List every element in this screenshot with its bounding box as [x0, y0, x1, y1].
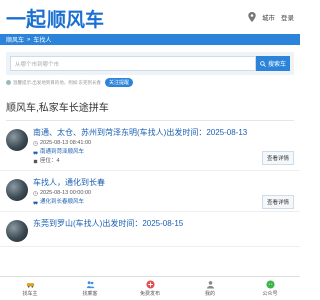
list-item[interactable]: 东莞到罗山(车找人)出发时间：2025-08-15	[0, 212, 300, 247]
car-icon	[33, 151, 38, 155]
section-title: 顺风车,私家车长途拼车	[6, 99, 294, 121]
listing-thumbnail	[6, 179, 28, 201]
breadcrumb: 顺风车 » 车找人	[0, 34, 300, 45]
search-panel: 从哪个市到哪个市 搜索车	[6, 52, 294, 75]
follow-alert-button[interactable]: 关注提醒	[105, 78, 134, 87]
search-button[interactable]: 搜索车	[256, 56, 290, 71]
nav-mine[interactable]: 我的	[180, 277, 240, 300]
listing-title[interactable]: 南通、太仓、苏州到菏泽东明(车找人)出发时间：2025-08-13	[33, 127, 294, 139]
listing-time: 2025-08-13 08:41:00	[40, 140, 92, 146]
logo-text-shunfengche: 顺风车	[47, 9, 105, 31]
nav-find-passenger[interactable]: 找乘客	[60, 277, 120, 300]
listing-time-row: 2025-08-13 00:00:00	[33, 189, 294, 198]
nav-wechat-account[interactable]: 公众号	[240, 277, 300, 300]
view-details-button[interactable]: 查看详情	[261, 151, 294, 165]
list-item[interactable]: 南通、太仓、苏州到菏泽东明(车找人)出发时间：2025-08-13 2025-0…	[0, 121, 300, 171]
wechat-icon	[265, 280, 275, 289]
nav-free-post-label: 免费发布	[139, 291, 160, 297]
listing-thumbnail	[6, 129, 28, 151]
logo-text-yiqi: 一起	[6, 8, 46, 31]
header-actions: 城市 登录	[248, 12, 294, 22]
search-icon	[260, 60, 266, 67]
car-icon	[26, 283, 34, 288]
listing-seats: 座位：4	[40, 158, 60, 164]
nav-find-driver-label: 找车主	[22, 291, 38, 297]
site-header: 一起 顺风车 城市 登录	[0, 0, 300, 34]
view-details-button[interactable]: 查看详情	[261, 195, 294, 209]
people-icon	[86, 281, 94, 289]
clock-icon	[33, 141, 38, 146]
listing-title[interactable]: 东莞到罗山(车找人)出发时间：2025-08-15	[33, 218, 294, 230]
clock-icon	[33, 191, 38, 196]
nav-find-passenger-label: 找乘客	[82, 291, 98, 297]
listing-time-row: 2025-08-13 08:41:00	[33, 139, 294, 148]
breadcrumb-separator: »	[27, 36, 31, 43]
listing-route-link[interactable]: 南通到菏泽顺风车	[40, 148, 84, 157]
nav-wechat-account-label: 公众号	[262, 291, 278, 297]
bottom-nav: 找车主 找乘客 免费发布 我的 公众号	[0, 276, 300, 300]
nav-mine-label: 我的	[204, 291, 215, 297]
login-link[interactable]: 登录	[281, 12, 294, 22]
nav-free-post[interactable]: 免费发布	[120, 277, 180, 300]
car-icon	[33, 201, 38, 205]
listing-title[interactable]: 车找人，通化到长春	[33, 177, 294, 189]
search-hint: 温馨提示:出发地到目的地，例如:东莞到长春 关注提醒	[6, 78, 294, 87]
listing-source-row: 通化到长春顺风车	[33, 198, 294, 207]
listing-route-link[interactable]: 通化到长春顺风车	[40, 198, 84, 207]
listing-thumbnail	[6, 220, 28, 242]
list-item[interactable]: 车找人，通化到长春 2025-08-13 00:00:00 通化到长春顺风车 查…	[0, 171, 300, 212]
plus-icon	[145, 280, 155, 289]
breadcrumb-current[interactable]: 车找人	[33, 35, 51, 44]
nav-find-driver[interactable]: 找车主	[0, 277, 60, 300]
location-pin-icon	[248, 12, 256, 22]
listing-time: 2025-08-13 00:00:00	[40, 190, 92, 196]
seat-icon	[33, 159, 38, 164]
search-button-label: 搜索车	[267, 62, 286, 68]
user-icon	[206, 281, 214, 289]
info-icon	[6, 80, 11, 85]
search-input[interactable]: 从哪个市到哪个市	[10, 56, 256, 71]
search-hint-text: 温馨提示:出发地到目的地，例如:东莞到长春	[13, 79, 101, 85]
site-logo[interactable]: 一起 顺风车	[6, 3, 104, 32]
breadcrumb-home[interactable]: 顺风车	[6, 35, 24, 44]
listing-source-row: 南通到菏泽顺风车	[33, 148, 294, 157]
city-link[interactable]: 城市	[262, 12, 275, 22]
listing-seats-row: 座位：4	[33, 157, 294, 166]
